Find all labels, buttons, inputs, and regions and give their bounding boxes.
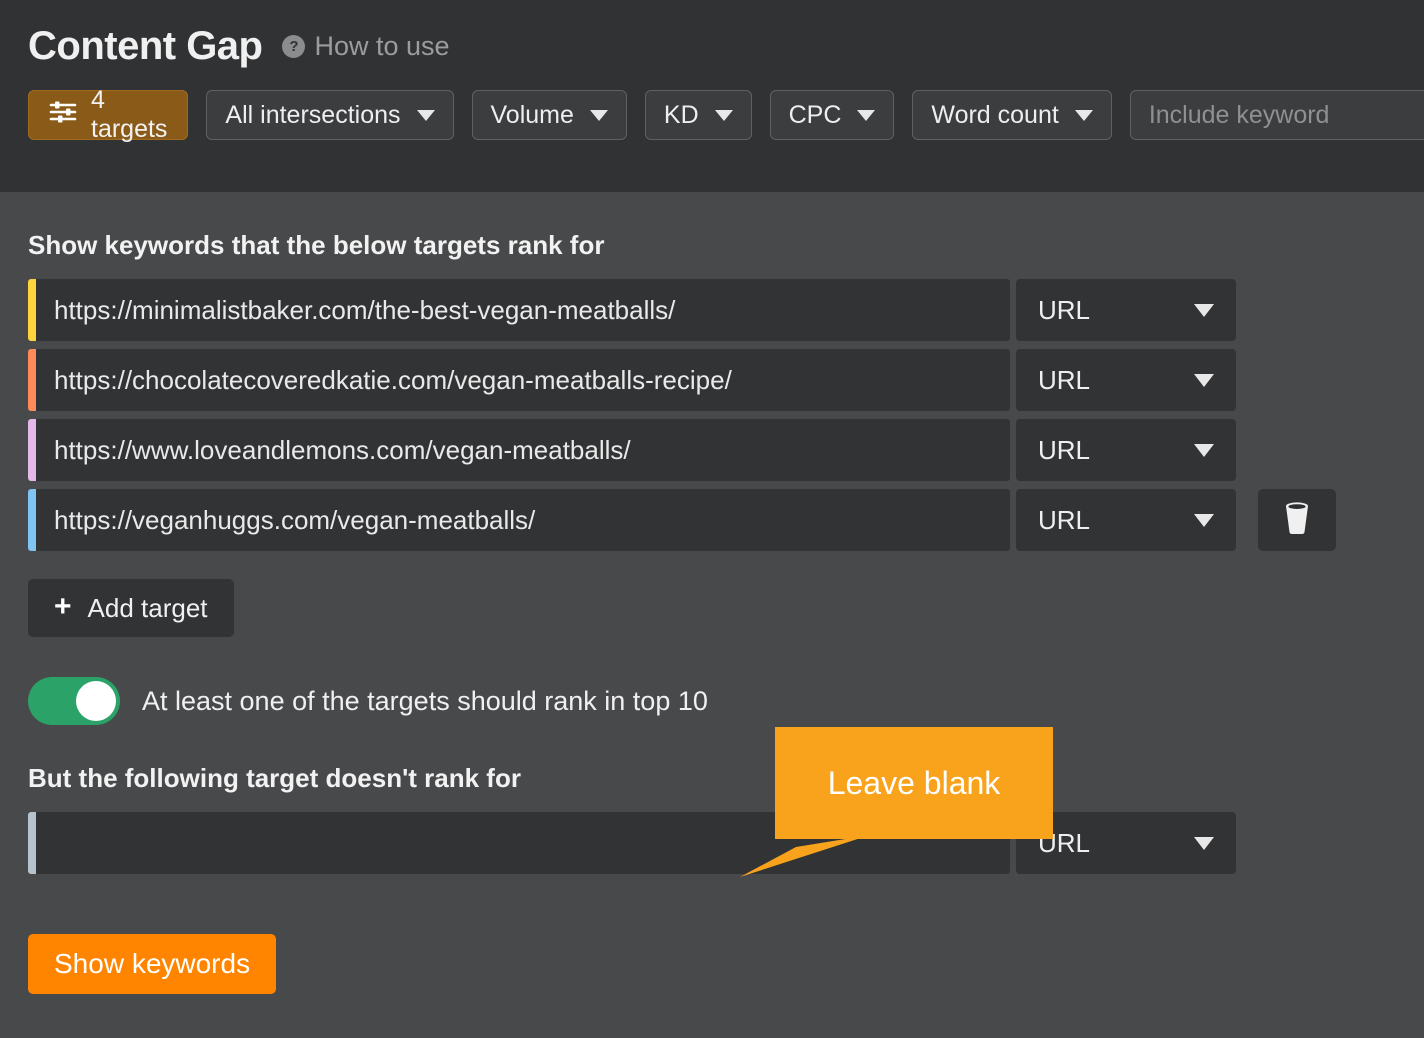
target-row: https://veganhuggs.com/vegan-meatballs/ … xyxy=(28,489,1424,551)
chevron-down-icon xyxy=(1194,514,1214,527)
page-header: Content Gap ? How to use xyxy=(0,0,1424,192)
intersections-filter-label: All intersections xyxy=(225,101,400,130)
targets-filter-button[interactable]: 4 targets xyxy=(28,90,188,140)
chevron-down-icon xyxy=(715,110,733,121)
target-url-value: https://minimalistbaker.com/the-best-veg… xyxy=(28,295,675,326)
target-url-value: https://chocolatecoveredkatie.com/vegan-… xyxy=(28,365,732,396)
kd-filter-label: KD xyxy=(664,101,699,130)
chevron-down-icon xyxy=(1194,374,1214,387)
volume-filter-button[interactable]: Volume xyxy=(472,90,627,140)
exclude-target-color-marker xyxy=(28,812,36,874)
target-color-marker xyxy=(28,489,36,551)
cpc-filter-button[interactable]: CPC xyxy=(770,90,895,140)
target-url-input[interactable]: https://veganhuggs.com/vegan-meatballs/ xyxy=(28,489,1010,551)
add-target-label: Add target xyxy=(88,593,208,624)
title-row: Content Gap ? How to use xyxy=(0,0,1424,70)
chevron-down-icon xyxy=(1194,837,1214,850)
top10-toggle[interactable] xyxy=(28,677,120,725)
include-keyword-placeholder: Include keyword xyxy=(1149,101,1330,130)
target-type-select[interactable]: URL xyxy=(1016,349,1236,411)
target-row: https://minimalistbaker.com/the-best-veg… xyxy=(28,279,1424,341)
how-to-use-link[interactable]: ? How to use xyxy=(282,31,449,62)
chevron-down-icon xyxy=(417,110,435,121)
targets-filter-label: 4 targets xyxy=(91,86,167,144)
target-url-value: https://www.loveandlemons.com/vegan-meat… xyxy=(28,435,631,466)
chevron-down-icon xyxy=(590,110,608,121)
leave-blank-callout: Leave blank xyxy=(775,727,1053,839)
kd-filter-button[interactable]: KD xyxy=(645,90,752,140)
include-keyword-input[interactable]: Include keyword xyxy=(1130,90,1424,140)
target-type-value: URL xyxy=(1038,505,1090,536)
target-type-select[interactable]: URL xyxy=(1016,489,1236,551)
show-keywords-button[interactable]: Show keywords xyxy=(28,934,276,994)
add-target-button[interactable]: + Add target xyxy=(28,579,234,637)
chevron-down-icon xyxy=(1075,110,1093,121)
top10-toggle-label: At least one of the targets should rank … xyxy=(142,686,708,717)
chevron-down-icon xyxy=(1194,444,1214,457)
delete-target-button[interactable] xyxy=(1258,489,1336,551)
chevron-down-icon xyxy=(1194,304,1214,317)
toggle-knob xyxy=(76,681,116,721)
word-count-filter-label: Word count xyxy=(931,101,1058,130)
show-keywords-label: Show keywords xyxy=(54,948,250,980)
cpc-filter-label: CPC xyxy=(789,101,842,130)
chevron-down-icon xyxy=(857,110,875,121)
exclude-section-label: But the following target doesn't rank fo… xyxy=(28,763,1424,794)
sliders-icon xyxy=(49,100,77,131)
target-row: https://www.loveandlemons.com/vegan-meat… xyxy=(28,419,1424,481)
top10-toggle-row: At least one of the targets should rank … xyxy=(28,677,1424,725)
word-count-filter-button[interactable]: Word count xyxy=(912,90,1111,140)
leave-blank-callout-text: Leave blank xyxy=(828,765,1001,802)
content-gap-form: Show keywords that the below targets ran… xyxy=(0,230,1424,994)
target-color-marker xyxy=(28,419,36,481)
target-type-value: URL xyxy=(1038,365,1090,396)
exclude-target-row: URL xyxy=(28,812,1424,874)
question-mark-circle-icon: ? xyxy=(282,35,305,58)
target-color-marker xyxy=(28,279,36,341)
targets-section-label: Show keywords that the below targets ran… xyxy=(28,230,1424,261)
trash-icon xyxy=(1280,500,1314,541)
volume-filter-label: Volume xyxy=(491,101,574,130)
callout-tail xyxy=(740,835,870,880)
target-url-value: https://veganhuggs.com/vegan-meatballs/ xyxy=(28,505,535,536)
target-url-input[interactable]: https://minimalistbaker.com/the-best-veg… xyxy=(28,279,1010,341)
target-url-input[interactable]: https://www.loveandlemons.com/vegan-meat… xyxy=(28,419,1010,481)
intersections-filter-button[interactable]: All intersections xyxy=(206,90,453,140)
target-type-select[interactable]: URL xyxy=(1016,279,1236,341)
target-type-value: URL xyxy=(1038,295,1090,326)
page-title: Content Gap xyxy=(28,26,262,66)
how-to-use-label: How to use xyxy=(314,31,449,62)
target-color-marker xyxy=(28,349,36,411)
target-url-input[interactable]: https://chocolatecoveredkatie.com/vegan-… xyxy=(28,349,1010,411)
plus-icon: + xyxy=(54,592,72,622)
target-type-select[interactable]: URL xyxy=(1016,419,1236,481)
filters-toolbar: 4 targets All intersections Volume KD CP… xyxy=(0,90,1424,140)
target-row: https://chocolatecoveredkatie.com/vegan-… xyxy=(28,349,1424,411)
target-type-value: URL xyxy=(1038,435,1090,466)
